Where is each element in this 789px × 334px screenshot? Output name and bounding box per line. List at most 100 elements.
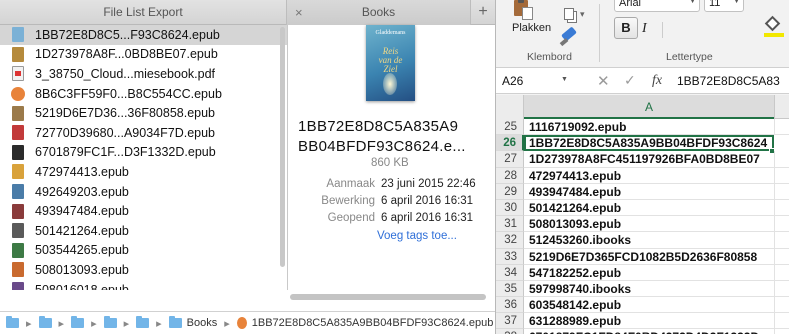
finder-tab-bar: File List Export × Books + <box>0 0 495 25</box>
active-cell[interactable]: 1BB72E8D8C5A835A9BB04BFDF93C8624 <box>524 135 774 152</box>
column-header-a[interactable]: A <box>524 95 774 119</box>
path-file-name[interactable]: 1BB72E8D8C5A835A9BB04BFDF93C8624.epub <box>252 317 494 329</box>
file-list-item[interactable]: 503544265.epub <box>0 241 287 261</box>
new-tab-button[interactable]: + <box>471 0 495 25</box>
grid-row: 27 1D273978A8FC451197926BFA0BD8BE07 <box>496 151 789 168</box>
grid-row: 36 603548142.epub <box>496 297 789 314</box>
folder-icon[interactable] <box>71 316 85 328</box>
format-painter-icon[interactable] <box>561 26 577 42</box>
cell[interactable]: 5219D6E7D365FCD1082B5D2636F80858 <box>524 248 789 265</box>
column-header-row: A <box>496 95 789 119</box>
tab-close-icon[interactable]: × <box>295 0 303 25</box>
row-header[interactable]: 38 <box>496 329 524 334</box>
file-list-item[interactable]: 493947484.epub <box>0 201 287 221</box>
row-header[interactable]: 35 <box>496 280 524 298</box>
row-header[interactable]: 31 <box>496 216 524 233</box>
file-list-item[interactable]: 492649203.epub <box>0 182 287 202</box>
enter-icon[interactable]: ✓ <box>624 72 636 89</box>
row-header[interactable]: 37 <box>496 313 524 330</box>
path-separator-icon: ▸ <box>26 317 32 330</box>
file-list-scrollbar[interactable] <box>280 27 285 267</box>
cell[interactable]: 6701879FC1FD84F0BD4372D4D3F1332D <box>524 329 789 334</box>
grid-row: 26 1BB72E8D8C5A835A9BB04BFDF93C8624 <box>496 135 789 155</box>
folder-icon[interactable] <box>38 316 52 328</box>
folder-icon[interactable] <box>103 316 117 328</box>
tab-file-list-export[interactable]: File List Export <box>0 0 287 25</box>
epub-book-icon <box>12 27 24 43</box>
epub-book-icon <box>12 46 24 62</box>
file-name: 72770D39680...A9034F7D.epub <box>35 125 216 140</box>
file-list-item[interactable]: 501421264.epub <box>0 221 287 241</box>
font-name-value: Arial <box>619 0 642 9</box>
paste-button[interactable]: Plakken <box>504 0 552 38</box>
file-list-item[interactable]: 3_38750_Cloud...miesebook.pdf <box>0 64 287 84</box>
finder-window: File List Export × Books + 1BB72E8D8C5..… <box>0 0 495 334</box>
cell[interactable]: 501421264.epub <box>524 199 789 217</box>
column-header-b[interactable] <box>774 95 789 119</box>
insert-function-icon[interactable]: fx <box>652 73 662 89</box>
fill-color-icon[interactable] <box>764 15 784 37</box>
paste-label: Plakken <box>512 22 552 34</box>
folder-icon[interactable] <box>6 316 19 328</box>
meta-modified-label: Bewerking <box>321 195 375 207</box>
cell[interactable]: 472974413.epub <box>524 167 789 184</box>
row-header[interactable]: 28 <box>496 167 524 184</box>
file-list-item[interactable]: 1D273978A8F...0BD8BE07.epub <box>0 45 287 65</box>
meta-modified: Bewerking 6 april 2016 16:31 <box>313 195 495 207</box>
row-header[interactable]: 34 <box>496 264 524 281</box>
file-list-item[interactable]: 1BB72E8D8C5...F93C8624.epub <box>0 25 287 45</box>
row-header[interactable]: 27 <box>496 151 524 168</box>
books-folder-icon[interactable] <box>168 316 182 328</box>
file-list-item[interactable]: 508013093.epub <box>0 260 287 280</box>
preview-file-name: 1BB72E8D8C5A835A9 BB04BFDF93C8624.e... <box>298 117 495 157</box>
row-header[interactable]: 36 <box>496 297 524 314</box>
row-header[interactable]: 30 <box>496 199 524 217</box>
font-size-select[interactable]: 11 ▼ <box>704 0 744 12</box>
cell[interactable]: 631288989.epub <box>524 313 789 330</box>
file-list-item[interactable]: 8B6C3FF59F0...B8C554CC.epub <box>0 84 287 104</box>
cell[interactable]: 1D273978A8FC451197926BFA0BD8BE07 <box>524 151 789 168</box>
add-tags-link[interactable]: Voeg tags toe... <box>377 230 457 242</box>
file-list-item[interactable]: 5219D6E7D36...36F80858.epub <box>0 103 287 123</box>
bold-button[interactable]: B <box>614 17 638 39</box>
formula-input[interactable]: 1BB72E8D8C5A83 <box>677 74 789 88</box>
select-all-corner[interactable] <box>496 95 524 119</box>
epub-book-icon <box>12 184 24 200</box>
cell[interactable]: 508013093.epub <box>524 216 789 233</box>
cell[interactable]: 603548142.epub <box>524 297 789 314</box>
preview-horizontal-scrollbar[interactable] <box>288 292 488 302</box>
chevron-down-icon[interactable]: ▼ <box>561 76 568 83</box>
chevron-down-icon[interactable]: ▾ <box>580 9 585 20</box>
cell[interactable]: 597998740.ibooks <box>524 280 789 298</box>
ribbon: Plakken ▾ Klembord Arial ▼ 11 ▼ B I Lett… <box>496 0 789 68</box>
row-header[interactable]: 29 <box>496 183 524 200</box>
epub-book-icon <box>12 144 24 160</box>
cell[interactable]: 493947484.epub <box>524 183 789 200</box>
path-separator-icon: ▸ <box>224 317 230 330</box>
row-header[interactable]: 32 <box>496 232 524 249</box>
row-header[interactable]: 25 <box>496 119 524 136</box>
file-list-item[interactable]: 508016018.epub <box>0 280 287 290</box>
file-name: 1BB72E8D8C5...F93C8624.epub <box>35 27 220 42</box>
tab-books[interactable]: × Books <box>287 0 471 25</box>
folder-icon[interactable] <box>136 316 150 328</box>
row-header[interactable]: 26 <box>496 135 524 152</box>
font-name-select[interactable]: Arial ▼ <box>614 0 700 12</box>
cell[interactable]: 512453260.ibooks <box>524 232 789 249</box>
path-folder-books[interactable]: Books <box>187 317 218 329</box>
file-list-item[interactable]: 472974413.epub <box>0 162 287 182</box>
row-header[interactable]: 33 <box>496 248 524 265</box>
cell[interactable]: 1116719092.epub <box>524 119 789 136</box>
ribbon-group-separator <box>599 4 600 62</box>
cancel-icon[interactable]: ✕ <box>597 72 610 90</box>
italic-button[interactable]: I <box>642 21 647 37</box>
file-list-item[interactable]: 6701879FC1F...D3F1332D.epub <box>0 143 287 163</box>
grid-row: 34 547182252.epub <box>496 264 789 281</box>
file-name: 508013093.epub <box>35 262 129 277</box>
scrollbar-thumb[interactable] <box>290 294 486 300</box>
cell[interactable]: 547182252.epub <box>524 264 789 281</box>
epub-book-icon <box>12 282 24 290</box>
file-list-item[interactable]: 72770D39680...A9034F7D.epub <box>0 123 287 143</box>
chevron-down-icon: ▼ <box>689 0 696 5</box>
copy-icon[interactable] <box>564 8 574 20</box>
